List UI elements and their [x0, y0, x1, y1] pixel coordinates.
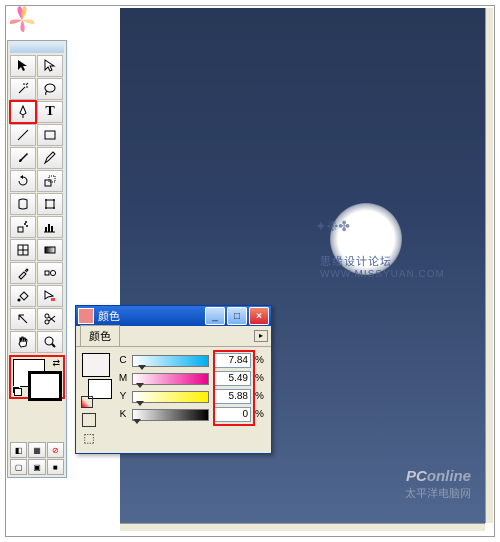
y-slider[interactable] [132, 391, 209, 403]
eyedropper-tool[interactable] [10, 262, 36, 284]
live-paint-bucket-tool[interactable] [10, 285, 36, 307]
cloud-watermark: ✦ ❉ ✤ [315, 218, 348, 235]
y-label: Y [118, 391, 128, 402]
default-fill-stroke-icon[interactable] [12, 386, 22, 396]
minimize-button[interactable]: _ [205, 307, 225, 325]
none-mode-button[interactable]: ⊘ [47, 442, 64, 458]
color-panel-title: 颜色 [98, 308, 203, 324]
zoom-tool[interactable] [37, 331, 63, 353]
line-segment-tool[interactable] [10, 124, 36, 146]
free-transform-tool[interactable] [37, 193, 63, 215]
close-button[interactable]: × [249, 307, 269, 325]
y-value-input[interactable]: 5.88 [213, 389, 251, 404]
none-swatch-icon[interactable] [82, 413, 96, 427]
color-preview-area: ⬚ [82, 353, 112, 445]
fill-stroke-swatch[interactable]: ⇄ [10, 356, 64, 398]
m-percent: % [255, 373, 265, 384]
rectangle-tool[interactable] [37, 124, 63, 146]
swap-fill-stroke-icon[interactable]: ⇄ [52, 358, 60, 369]
rotate-tool[interactable] [10, 170, 36, 192]
live-paint-selection-tool[interactable] [37, 285, 63, 307]
k-label: K [118, 409, 128, 420]
color-panel: 颜色 _ □ × 颜色 ▸ ⬚ C 7.84% M 5.49% Y 5.88% K 0% [75, 305, 272, 454]
full-screen-menu-button[interactable]: ▣ [28, 459, 45, 475]
fill-preview-swatch[interactable] [82, 353, 110, 377]
pconline-online: online [427, 468, 471, 485]
magic-wand-tool[interactable] [10, 78, 36, 100]
pconline-pc: PC [406, 468, 427, 485]
scrollbar-horizontal[interactable] [120, 523, 485, 531]
type-tool[interactable]: T [37, 101, 63, 123]
scale-tool[interactable] [37, 170, 63, 192]
blend-tool[interactable] [37, 262, 63, 284]
pconline-watermark: PConline 太平洋电脑网 [405, 468, 471, 501]
c-slider[interactable] [132, 355, 209, 367]
m-label: M [118, 373, 128, 384]
direct-selection-tool[interactable] [37, 55, 63, 77]
tools-panel-grip[interactable] [10, 43, 64, 53]
color-tab[interactable]: 颜色 [80, 325, 120, 346]
color-panel-titlebar[interactable]: 颜色 _ □ × [76, 306, 271, 326]
stroke-preview-swatch[interactable] [88, 379, 112, 399]
k-value-input[interactable]: 0 [213, 407, 251, 422]
scissors-tool[interactable] [37, 308, 63, 330]
warp-tool[interactable] [10, 193, 36, 215]
c-percent: % [255, 355, 265, 366]
lasso-tool[interactable] [37, 78, 63, 100]
gradient-mode-button[interactable]: ▦ [28, 442, 45, 458]
selection-tool[interactable] [10, 55, 36, 77]
m-value-input[interactable]: 5.49 [213, 371, 251, 386]
symbol-sprayer-tool[interactable] [10, 216, 36, 238]
pen-tool[interactable] [10, 101, 36, 123]
column-graph-tool[interactable] [37, 216, 63, 238]
c-label: C [118, 355, 128, 366]
m-slider[interactable] [132, 373, 209, 385]
c-value-input[interactable]: 7.84 [213, 353, 251, 368]
cmyk-sliders: C 7.84% M 5.49% Y 5.88% K 0% [118, 353, 265, 445]
tools-panel: T ⇄ ◧ ▦ ⊘ ▢ ▣ ■ [7, 40, 67, 478]
pencil-tool[interactable] [37, 147, 63, 169]
color-mode-button[interactable]: ◧ [10, 442, 27, 458]
pconline-cn: 太平洋电脑网 [405, 485, 471, 501]
k-slider[interactable] [132, 409, 209, 421]
watermark-text: 思缘设计论坛 WWW.MISSYUAN.COM [320, 253, 485, 280]
watermark-cn: 思缘设计论坛 [320, 256, 392, 268]
slice-tool[interactable] [10, 308, 36, 330]
y-percent: % [255, 391, 265, 402]
scrollbar-vertical[interactable] [485, 8, 493, 523]
k-percent: % [255, 409, 265, 420]
hand-tool[interactable] [10, 331, 36, 353]
paintbrush-tool[interactable] [10, 147, 36, 169]
maximize-button[interactable]: □ [227, 307, 247, 325]
color-panel-icon [78, 308, 94, 324]
full-screen-button[interactable]: ■ [47, 459, 64, 475]
panel-menu-button[interactable]: ▸ [254, 330, 268, 342]
watermark-url: WWW.MISSYUAN.COM [320, 269, 445, 280]
out-of-gamut-icon[interactable]: ⬚ [82, 431, 96, 445]
stroke-color-swatch[interactable] [28, 371, 62, 401]
gradient-tool[interactable] [37, 239, 63, 261]
normal-screen-button[interactable]: ▢ [10, 459, 27, 475]
mesh-tool[interactable] [10, 239, 36, 261]
app-flower-logo [6, 6, 66, 34]
